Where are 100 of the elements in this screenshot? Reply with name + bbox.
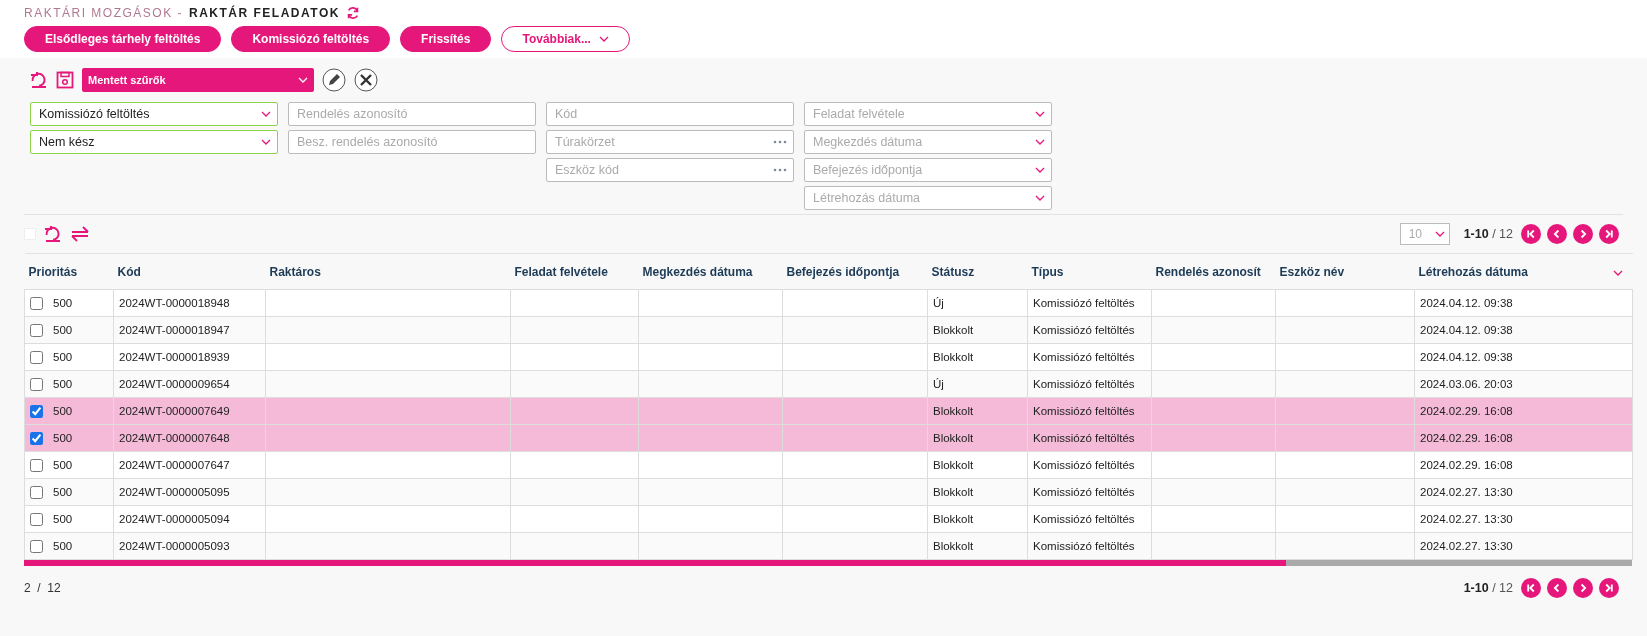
table-cell: 500 [53,540,73,552]
column-header[interactable]: Létrehozás dátuma [1414,253,1609,290]
table-cell: 2024WT-0000007647 [113,451,266,479]
chevron-down-icon [1434,231,1445,237]
page-range: 1-10 / 12 [1463,581,1513,595]
next-page-button[interactable] [1573,578,1593,598]
chevron-down-icon [261,139,271,145]
row-checkbox[interactable] [30,404,43,418]
row-checkbox[interactable] [30,431,43,445]
swap-icon[interactable] [70,226,90,242]
input-field[interactable]: Rendelés azonosító [288,102,536,126]
chevron-down-icon [298,77,308,83]
save-icon[interactable] [56,71,74,89]
table-cell: Blokkolt [927,424,1028,452]
previous-page-button[interactable] [1547,224,1567,244]
column-header[interactable]: Prioritás [24,253,114,290]
lookup-field[interactable]: Eszköz kód [546,158,794,182]
table-cell: 2024WT-0000005095 [113,478,266,506]
column-menu-icon [1612,269,1623,276]
row-checkbox[interactable] [30,296,43,310]
action-button[interactable]: Elsődleges tárhely feltöltés [24,26,222,52]
table-cell: 500 [53,324,73,336]
lookup-field[interactable]: Túrakörzet [546,130,794,154]
table-cell: 2024.04.12. 09:38 [1414,316,1633,344]
next-page-button[interactable] [1573,224,1593,244]
last-page-button[interactable] [1599,224,1619,244]
edit-icon[interactable] [322,68,346,92]
column-header[interactable]: Eszköz név [1275,253,1415,290]
dropdown-field[interactable]: Nem kész [30,130,278,154]
table-cell: Komissiózó feltöltés [1027,424,1152,452]
first-page-button[interactable] [1521,578,1541,598]
row-checkbox[interactable] [30,458,43,472]
reset-filter-button[interactable] [30,71,48,89]
dropdown-field[interactable]: Komissiózó feltöltés [30,102,278,126]
page-size-dropdown[interactable]: 10 [1399,223,1450,245]
table-cell: 500 [53,486,73,498]
breadcrumb-parent[interactable]: RAKTÁRI MOZGÁSOK - [24,6,183,20]
page-range: 1-10 / 12 [1463,227,1513,241]
input-field[interactable]: Besz. rendelés azonosító [288,130,536,154]
column-header[interactable]: Rendelés azonosít [1151,253,1276,290]
dropdown-field[interactable]: Megkezdés dátuma [804,130,1052,154]
table-cell: 2024.02.29. 16:08 [1414,424,1633,452]
table-cell: 500 [53,351,73,363]
close-icon[interactable] [354,68,378,92]
chevron-down-icon [1035,167,1045,173]
more-icon [773,168,787,172]
table-cell: 2024WT-0000005094 [113,505,266,533]
column-header[interactable]: Befejezés időpontja [782,253,928,290]
table-cell: 2024WT-0000005093 [113,532,266,560]
dropdown-field[interactable]: Befejezés időpontja [804,158,1052,182]
table-cell: 2024WT-0000018948 [113,289,266,317]
reset-columns-button[interactable] [44,225,62,243]
action-button[interactable]: Komissiózó feltöltés [231,26,391,52]
table-cell: Blokkolt [927,505,1028,533]
more-dropdown-button[interactable]: Továbbiak... [501,26,630,52]
column-header[interactable]: Típus [1027,253,1152,290]
table-cell: 2024WT-0000018939 [113,343,266,371]
more-icon [773,140,787,144]
action-button[interactable]: Frissítés [400,26,492,52]
table-cell: Komissiózó feltöltés [1027,478,1152,506]
table-cell: Komissiózó feltöltés [1027,532,1152,560]
row-checkbox[interactable] [30,485,43,499]
table-cell: Blokkolt [927,316,1028,344]
chevron-down-icon [1035,195,1045,201]
dropdown-field[interactable]: Feladat felvétele [804,102,1052,126]
column-header[interactable]: Kód [113,253,266,290]
dropdown-field[interactable]: Létrehozás dátuma [804,186,1052,210]
table-cell: 2024.02.29. 16:08 [1414,397,1633,425]
column-header[interactable]: Megkezdés dátuma [638,253,783,290]
last-page-button[interactable] [1599,578,1619,598]
first-page-button[interactable] [1521,224,1541,244]
chevron-down-icon [1035,111,1045,117]
table-cell: 2024WT-0000018947 [113,316,266,344]
table-cell: Blokkolt [927,451,1028,479]
row-checkbox[interactable] [30,323,43,337]
column-header[interactable]: Státusz [927,253,1028,290]
table-cell: Komissiózó feltöltés [1027,505,1152,533]
chevron-down-icon [598,36,609,42]
input-field[interactable]: Kód [546,102,794,126]
table-cell: Komissiózó feltöltés [1027,370,1152,398]
row-checkbox[interactable] [30,350,43,364]
table-cell: 500 [53,432,73,444]
table-cell: 500 [53,513,73,525]
table-cell: Blokkolt [927,478,1028,506]
row-checkbox[interactable] [30,539,43,553]
row-checkbox[interactable] [30,377,43,391]
previous-page-button[interactable] [1547,578,1567,598]
table-cell: 2024.02.29. 16:08 [1414,451,1633,479]
column-header[interactable]: Raktáros [265,253,511,290]
table-cell: 500 [53,378,73,390]
table-cell: Komissiózó feltöltés [1027,397,1152,425]
table-cell: Blokkolt [927,343,1028,371]
table-cell: 2024.02.27. 13:30 [1414,505,1633,533]
row-checkbox[interactable] [30,512,43,526]
horizontal-scrollbar[interactable] [24,560,1632,566]
table-cell: Komissiózó feltöltés [1027,316,1152,344]
column-header[interactable]: Feladat felvétele [510,253,639,290]
refresh-icon[interactable] [345,6,360,20]
table-cell: 2024WT-0000009654 [113,370,266,398]
saved-filters-dropdown[interactable]: Mentett szűrők [82,68,314,92]
